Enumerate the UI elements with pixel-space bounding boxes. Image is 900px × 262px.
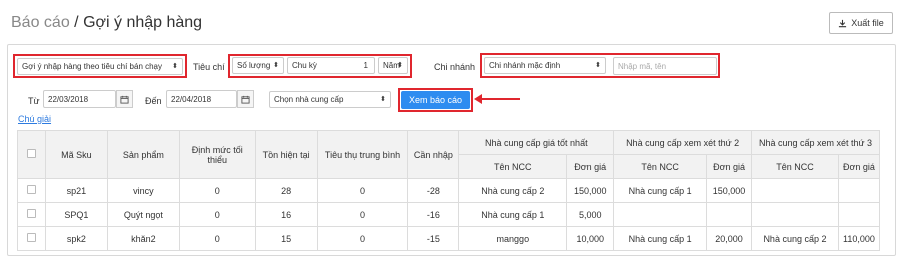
supplier-value: Chọn nhà cung cấp <box>274 95 344 104</box>
export-file-label: Xuất file <box>851 18 884 28</box>
cell-price-2 <box>706 202 753 227</box>
cell-supplier-2 <box>613 202 708 227</box>
col-unit-price: Đơn giá <box>706 154 753 179</box>
to-date-input[interactable]: 22/04/2018 <box>166 90 237 108</box>
page-heading: Gợi ý nhập hàng <box>83 14 203 31</box>
select-all-cell <box>17 130 46 179</box>
from-date-value: 22/03/2018 <box>48 94 89 104</box>
col-product[interactable]: Sản phẩm <box>106 130 180 179</box>
legend-link[interactable]: Chú giải <box>18 114 51 124</box>
cell-product: Quýt ngọt <box>106 202 180 227</box>
cycle-unit-select[interactable]: Năm ⬍ <box>378 57 408 74</box>
select-arrow-icon: ⬍ <box>380 96 386 103</box>
cycle-count-input[interactable]: Chu kỳ 1 <box>287 57 375 74</box>
cell-sku: SPQ1 <box>44 202 108 227</box>
cell-sku: sp21 <box>44 178 108 203</box>
col-unit-price: Đơn giá <box>837 154 881 179</box>
page-title: Báo cáo / Gợi ý nhập hàng <box>11 14 202 32</box>
cell-min-stock: 0 <box>178 178 256 203</box>
supplier-select[interactable]: Chọn nhà cung cấp ⬍ <box>269 91 391 108</box>
cell-need: -28 <box>407 178 460 203</box>
pointer-arrow-line <box>478 98 520 100</box>
to-date-value: 22/04/2018 <box>171 94 212 104</box>
cell-need: -16 <box>407 202 460 227</box>
cell-price-1: 10,000 <box>566 226 615 251</box>
col-stock[interactable]: Tồn hiện tại <box>254 130 318 179</box>
col-third-supplier: Nhà cung cấp xem xét thứ 3 <box>751 130 880 155</box>
criteria-select[interactable]: Số lượng ⬍ <box>232 57 284 74</box>
col-supplier-name: Tên NCC <box>751 154 839 179</box>
cell-supplier-1: Nhà cung cấp 1 <box>458 202 568 227</box>
cell-supplier-2: Nhà cung cấp 1 <box>613 226 708 251</box>
cell-price-3: 110,000 <box>837 226 881 251</box>
col-second-supplier: Nhà cung cấp xem xét thứ 2 <box>613 130 753 155</box>
breadcrumb-separator: / <box>69 14 84 31</box>
cell-stock: 16 <box>254 202 318 227</box>
export-file-button[interactable]: Xuất file <box>829 12 893 34</box>
table-row[interactable]: spk2 khăn2 0 15 0 -15 manggo 10,000 Nhà … <box>17 226 881 251</box>
cell-price-1: 150,000 <box>566 178 615 203</box>
suggestion-table: Mã Sku Sản phẩm Định mức tối thiểu Tồn h… <box>17 130 881 251</box>
col-unit-price: Đơn giá <box>566 154 615 179</box>
col-sku[interactable]: Mã Sku <box>44 130 108 179</box>
row-checkbox[interactable] <box>26 233 36 242</box>
branch-select[interactable]: Chi nhánh mặc định ⬍ <box>484 57 606 74</box>
search-placeholder: Nhập mã, tên <box>618 61 667 71</box>
download-icon <box>839 19 847 27</box>
branch-value: Chi nhánh mặc định <box>489 61 561 70</box>
cell-need: -15 <box>407 226 460 251</box>
cell-product: vincy <box>106 178 180 203</box>
to-label: Đến <box>145 96 162 106</box>
cell-supplier-1: Nhà cung cấp 2 <box>458 178 568 203</box>
cell-supplier-3 <box>751 178 839 203</box>
report-mode-select[interactable]: Gợi ý nhập hàng theo tiêu chí bán chạy ⬍ <box>17 58 183 75</box>
cell-stock: 28 <box>254 178 318 203</box>
breadcrumb[interactable]: Báo cáo <box>11 14 70 31</box>
cell-avg: 0 <box>316 178 409 203</box>
report-mode-value: Gợi ý nhập hàng theo tiêu chí bán chạy <box>22 62 163 71</box>
from-label: Từ <box>28 96 40 106</box>
cell-min-stock: 0 <box>178 202 256 227</box>
cell-supplier-3: Nhà cung cấp 2 <box>751 226 839 251</box>
table-row[interactable]: sp21 vincy 0 28 0 -28 Nhà cung cấp 2 150… <box>17 178 881 203</box>
product-search-input[interactable]: Nhập mã, tên <box>613 57 717 75</box>
select-all-checkbox[interactable] <box>26 149 36 158</box>
calendar-icon[interactable] <box>237 90 254 108</box>
select-arrow-icon: ⬍ <box>595 62 601 69</box>
row-checkbox[interactable] <box>26 185 36 194</box>
cycle-count-value: 1 <box>363 61 368 70</box>
cell-price-2: 150,000 <box>706 178 753 203</box>
col-supplier-name: Tên NCC <box>458 154 568 179</box>
calendar-icon[interactable] <box>116 90 133 108</box>
cell-product: khăn2 <box>106 226 180 251</box>
cell-avg: 0 <box>316 202 409 227</box>
cell-price-3 <box>837 178 881 203</box>
select-arrow-icon: ⬍ <box>172 63 178 70</box>
select-arrow-icon: ⬍ <box>397 62 403 69</box>
cell-price-2: 20,000 <box>706 226 753 251</box>
table-row[interactable]: SPQ1 Quýt ngọt 0 16 0 -16 Nhà cung cấp 1… <box>17 202 881 227</box>
criteria-value: Số lượng <box>237 61 271 70</box>
cell-price-1: 5,000 <box>566 202 615 227</box>
cell-avg: 0 <box>316 226 409 251</box>
cell-price-3 <box>837 202 881 227</box>
cell-supplier-3 <box>751 202 839 227</box>
branch-label: Chi nhánh <box>434 62 476 72</box>
col-avg-consumption[interactable]: Tiêu thụ trung bình <box>316 130 409 179</box>
col-supplier-name: Tên NCC <box>613 154 708 179</box>
from-date-input[interactable]: 22/03/2018 <box>43 90 116 108</box>
cell-supplier-2: Nhà cung cấp 1 <box>613 178 708 203</box>
cycle-label: Chu kỳ <box>292 61 317 70</box>
cell-sku: spk2 <box>44 226 108 251</box>
view-report-button[interactable]: Xem báo cáo <box>401 91 470 109</box>
cell-min-stock: 0 <box>178 226 256 251</box>
row-checkbox[interactable] <box>26 209 36 218</box>
cell-supplier-1: manggo <box>458 226 568 251</box>
col-best-supplier: Nhà cung cấp giá tốt nhất <box>458 130 615 155</box>
col-min-stock[interactable]: Định mức tối thiểu <box>178 130 256 179</box>
select-arrow-icon: ⬍ <box>273 62 279 69</box>
col-need[interactable]: Cần nhập <box>407 130 460 179</box>
criteria-label: Tiêu chí <box>193 62 225 72</box>
cell-stock: 15 <box>254 226 318 251</box>
